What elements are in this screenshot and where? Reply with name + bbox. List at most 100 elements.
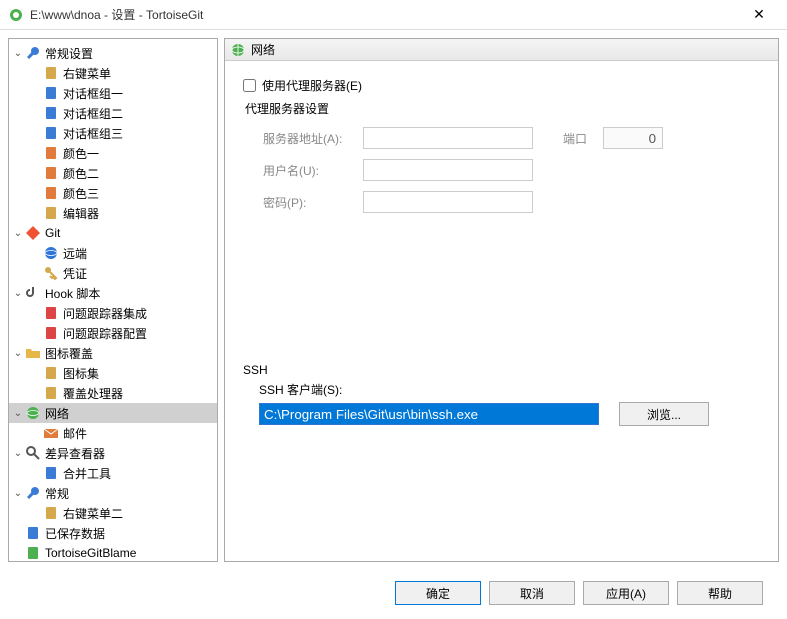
password-label: 密码(P): [263, 194, 363, 211]
tree-label: 合并工具 [63, 465, 111, 482]
tree-item-Hook 脚本[interactable]: ⌄ Hook 脚本 [9, 283, 217, 303]
ssh-client-input[interactable] [259, 403, 599, 425]
tree-label: 颜色一 [63, 145, 99, 162]
server-input[interactable] [363, 127, 533, 149]
tree-label: 网络 [45, 405, 69, 422]
tree-expander-icon[interactable]: ⌄ [11, 408, 25, 419]
tree-item-对话框组一[interactable]: 对话框组一 [9, 83, 217, 103]
tree-item-常规[interactable]: ⌄ 常规 [9, 483, 217, 503]
app-icon [8, 7, 24, 23]
tree-label: 远端 [63, 245, 87, 262]
tree-label: 对话框组一 [63, 85, 123, 102]
tree-item-编辑器[interactable]: 编辑器 [9, 203, 217, 223]
tree-item-远端[interactable]: 远端 [9, 243, 217, 263]
content-header: 网络 [225, 39, 778, 61]
tree-item-对话框组三[interactable]: 对话框组三 [9, 123, 217, 143]
ssh-label: SSH [243, 363, 760, 377]
tree-label: 对话框组二 [63, 105, 123, 122]
wrench-blue-icon [25, 45, 41, 61]
wrench-blue-icon [25, 485, 41, 501]
globe-green-icon [25, 405, 41, 421]
tree-label: 邮件 [63, 425, 87, 442]
tree-label: 已保存数据 [45, 525, 105, 542]
tree-item-合并工具[interactable]: 合并工具 [9, 463, 217, 483]
tree-item-问题跟踪器集成[interactable]: 问题跟踪器集成 [9, 303, 217, 323]
tree-label: 右键菜单 [63, 65, 111, 82]
server-label: 服务器地址(A): [263, 130, 363, 147]
tree-item-右键菜单二[interactable]: 右键菜单二 [9, 503, 217, 523]
tree-item-Git[interactable]: ⌄ Git [9, 223, 217, 243]
tree-item-问题跟踪器配置[interactable]: 问题跟踪器配置 [9, 323, 217, 343]
close-button[interactable]: ✕ [739, 0, 779, 30]
tree-expander-icon[interactable]: ⌄ [11, 288, 25, 299]
tree-item-颜色一[interactable]: 颜色一 [9, 143, 217, 163]
tree-label: 图标集 [63, 365, 99, 382]
tree-item-TortoiseGitBlame[interactable]: TortoiseGitBlame [9, 543, 217, 562]
window-title: E:\www\dnoa - 设置 - TortoiseGit [30, 6, 739, 23]
save-icon [25, 525, 41, 541]
tree-item-图标集[interactable]: 图标集 [9, 363, 217, 383]
tree-label: TortoiseGitBlame [45, 546, 136, 560]
tree-expander-icon[interactable]: ⌄ [11, 448, 25, 459]
tree-item-网络[interactable]: ⌄ 网络 [9, 403, 217, 423]
doc-icon [43, 205, 59, 221]
tree-label: 常规 [45, 485, 69, 502]
port-label: 端口 [563, 130, 603, 147]
tree-item-差异查看器[interactable]: ⌄ 差异查看器 [9, 443, 217, 463]
tree-item-颜色三[interactable]: 颜色三 [9, 183, 217, 203]
tree-label: 常规设置 [45, 45, 93, 62]
username-label: 用户名(U): [263, 162, 363, 179]
tree-label: Git [45, 226, 60, 240]
tree-item-对话框组二[interactable]: 对话框组二 [9, 103, 217, 123]
tree-label: 对话框组三 [63, 125, 123, 142]
server-row: 服务器地址(A): 端口 [243, 127, 760, 149]
git-icon [25, 225, 41, 241]
cancel-button[interactable]: 取消 [489, 581, 575, 605]
use-proxy-checkbox[interactable] [243, 79, 256, 92]
tree-item-图标覆盖[interactable]: ⌄ 图标覆盖 [9, 343, 217, 363]
password-input[interactable] [363, 191, 533, 213]
dialog-buttons: 确定 取消 应用(A) 帮助 [395, 581, 763, 605]
icons-icon [43, 365, 59, 381]
tree-item-已保存数据[interactable]: 已保存数据 [9, 523, 217, 543]
ssh-client-label: SSH 客户端(S): [243, 381, 760, 398]
bug-icon [43, 305, 59, 321]
ok-button[interactable]: 确定 [395, 581, 481, 605]
settings-tree[interactable]: ⌄ 常规设置 右键菜单 对话框组一 对话框组二 对话框组三 颜色一 颜色二 颜色… [8, 38, 218, 562]
tree-label: 覆盖处理器 [63, 385, 123, 402]
tree-expander-icon[interactable]: ⌄ [11, 348, 25, 359]
doc-icon [43, 505, 59, 521]
content-body: 使用代理服务器(E) 代理服务器设置 服务器地址(A): 端口 用户名(U): … [225, 61, 778, 442]
tree-item-常规设置[interactable]: ⌄ 常规设置 [9, 43, 217, 63]
use-proxy-label[interactable]: 使用代理服务器(E) [262, 77, 362, 94]
ssh-row: 浏览... [243, 402, 760, 426]
tree-item-覆盖处理器[interactable]: 覆盖处理器 [9, 383, 217, 403]
ssh-section: SSH SSH 客户端(S): 浏览... [243, 363, 760, 426]
tree-expander-icon[interactable]: ⌄ [11, 48, 25, 59]
win-icon [43, 105, 59, 121]
username-input[interactable] [363, 159, 533, 181]
tree-label: Hook 脚本 [45, 285, 100, 302]
help-button[interactable]: 帮助 [677, 581, 763, 605]
port-input[interactable] [603, 127, 663, 149]
tree-label: 凭证 [63, 265, 87, 282]
mail-icon [43, 425, 59, 441]
tree-label: 问题跟踪器集成 [63, 305, 147, 322]
bug-icon [43, 325, 59, 341]
browse-button[interactable]: 浏览... [619, 402, 709, 426]
globe-blue-icon [43, 245, 59, 261]
tree-item-邮件[interactable]: 邮件 [9, 423, 217, 443]
tree-expander-icon[interactable]: ⌄ [11, 228, 25, 239]
tree-label: 问题跟踪器配置 [63, 325, 147, 342]
magnify-icon [25, 445, 41, 461]
tree-item-颜色二[interactable]: 颜色二 [9, 163, 217, 183]
password-row: 密码(P): [243, 191, 760, 213]
tree-label: 颜色二 [63, 165, 99, 182]
doc-icon [43, 65, 59, 81]
apply-button[interactable]: 应用(A) [583, 581, 669, 605]
hook-icon [25, 285, 41, 301]
tree-expander-icon[interactable]: ⌄ [11, 488, 25, 499]
tree-label: 颜色三 [63, 185, 99, 202]
tree-item-右键菜单[interactable]: 右键菜单 [9, 63, 217, 83]
tree-item-凭证[interactable]: 凭证 [9, 263, 217, 283]
